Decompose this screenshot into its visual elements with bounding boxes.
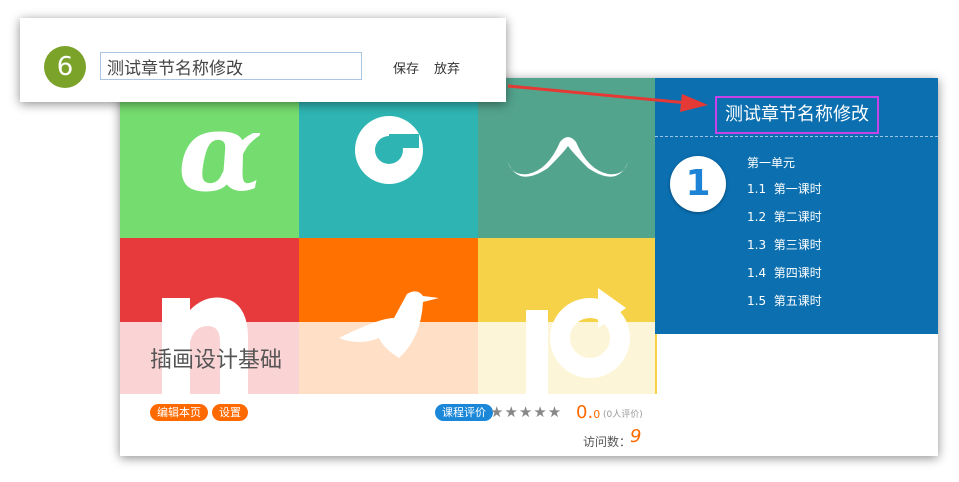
chapter-panel: 测试章节名称修改 1 第一单元 1.1 第一课时 1.2 第二课时 1.3 第三… (655, 78, 938, 334)
tile-swirl (299, 78, 478, 238)
unit-number-badge: 1 (670, 156, 726, 212)
swirl-icon (355, 116, 423, 184)
save-button[interactable]: 保存 (393, 58, 419, 77)
settings-button[interactable]: 设置 (212, 404, 248, 421)
mustache-icon (508, 137, 628, 177)
chapter-edit-popup: 6 保存 放弃 (20, 18, 506, 102)
course-title-overlay: 插画设计基础 (120, 322, 655, 394)
chapter-name-input[interactable] (100, 52, 362, 80)
edit-page-button[interactable]: 编辑本页 (150, 404, 208, 421)
lesson-item[interactable]: 1.3 第三课时 (747, 236, 822, 253)
tile-mustache (478, 78, 657, 238)
visits-count: 9 (630, 426, 642, 447)
lesson-item[interactable]: 1.2 第二课时 (747, 208, 822, 225)
step-number-badge: 6 (44, 46, 86, 88)
svg-text:α: α (178, 87, 263, 216)
alpha-icon: α (178, 87, 263, 216)
rating-stars[interactable]: ★★★★★ (490, 403, 562, 421)
visits-label: 访问数： (583, 435, 632, 449)
lesson-item[interactable]: 1.5 第五课时 (747, 292, 822, 309)
course-title: 插画设计基础 (150, 348, 283, 373)
lesson-item[interactable]: 1.1 第一课时 (747, 180, 822, 197)
lesson-item[interactable]: 1.4 第四课时 (747, 264, 822, 281)
rating-score: 0.0 (576, 402, 601, 423)
review-count: (0人评价) (603, 410, 643, 420)
course-card: α 插画设计基础 测试章节名称修改 1 第一单元 1.1 第一课时 1.2 第二… (120, 78, 938, 456)
course-footer: 编辑本页 设置 课程评价 ★★★★★ 0.0 (0人评价) 访问数： 9 (120, 394, 938, 456)
rating-badge[interactable]: 课程评价 (435, 404, 493, 421)
cancel-button[interactable]: 放弃 (434, 58, 460, 77)
chapter-title-highlight[interactable]: 测试章节名称修改 (715, 96, 879, 134)
unit-title[interactable]: 第一单元 (747, 154, 795, 171)
divider (655, 136, 938, 137)
tile-alpha: α (120, 78, 299, 238)
